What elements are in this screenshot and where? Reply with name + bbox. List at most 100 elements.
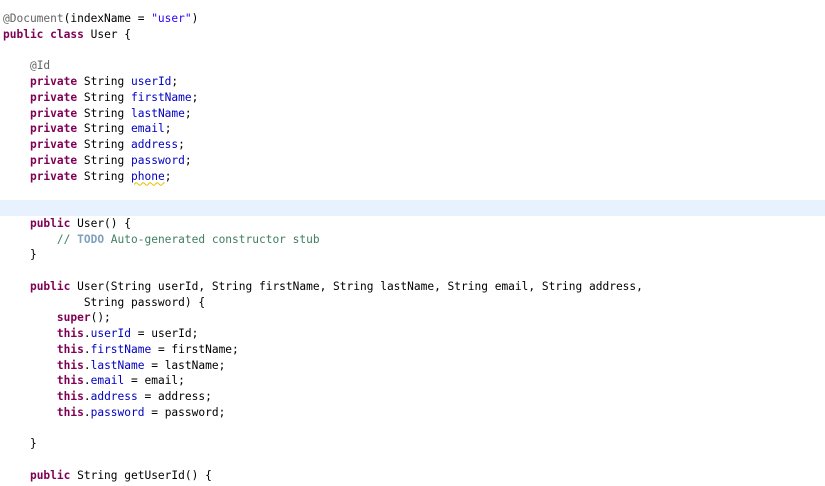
code-line[interactable]: } — [0, 247, 825, 263]
code-line[interactable] — [0, 263, 825, 279]
code-line[interactable]: String password) { — [0, 295, 825, 311]
code-line[interactable]: private String firstName; — [0, 90, 825, 106]
code-token: email — [90, 374, 125, 388]
code-editor[interactable]: @Document(indexName = "user") public clas… — [0, 0, 825, 486]
code-line[interactable]: this.email = email; — [0, 373, 825, 389]
code-token: User() { — [70, 216, 131, 230]
code-token: super — [56, 311, 91, 325]
code-token: userId — [90, 327, 132, 340]
code-line[interactable]: this.firstName = firstName; — [0, 342, 825, 358]
code-line[interactable] — [0, 452, 825, 468]
code-token: } — [3, 248, 37, 262]
code-line[interactable] — [0, 421, 825, 437]
code-line[interactable]: private String address; — [0, 137, 825, 153]
code-line[interactable]: this.userId = userId; — [0, 326, 825, 342]
code-token: "user" — [151, 12, 192, 25]
code-token: this — [56, 374, 84, 388]
code-token: String — [77, 90, 131, 104]
code-token: String — [77, 122, 131, 136]
code-token: ; — [178, 138, 185, 151]
code-token: = email; — [124, 374, 185, 388]
code-token: public — [3, 27, 44, 41]
code-token: class — [50, 27, 84, 41]
code-token: password — [90, 405, 145, 419]
code-token: private — [29, 106, 78, 120]
code-token: ) — [191, 12, 199, 25]
code-token: userId — [131, 75, 172, 88]
code-token: firstName — [131, 90, 192, 104]
code-line[interactable] — [0, 184, 825, 200]
code-line[interactable]: this.password = password; — [0, 405, 825, 421]
code-token: public — [29, 468, 71, 482]
code-token: lastName — [90, 358, 145, 372]
code-line[interactable]: private String password; — [0, 153, 825, 169]
code-token: ; — [164, 169, 172, 183]
code-token: phone — [131, 169, 165, 183]
code-token: this — [56, 358, 84, 372]
code-token: public — [29, 216, 71, 230]
code-token: . — [83, 405, 91, 419]
code-token: private — [29, 90, 78, 104]
code-line[interactable] — [0, 43, 825, 59]
code-token: this — [56, 342, 84, 356]
code-line[interactable]: @Id — [0, 58, 825, 74]
code-token: } — [3, 437, 37, 451]
code-token: @Id — [29, 59, 51, 73]
code-line[interactable]: // TODO Auto-generated constructor stub — [0, 232, 825, 248]
code-line[interactable]: @Document(indexName = "user") — [0, 11, 825, 27]
code-token: ; — [191, 90, 199, 104]
code-line[interactable]: super(); — [0, 310, 825, 326]
code-token: // — [56, 232, 78, 246]
code-line[interactable]: private String phone; — [0, 169, 825, 185]
code-token: email — [131, 122, 165, 136]
code-area[interactable]: @Document(indexName = "user") public clas… — [0, 11, 825, 486]
code-token: ; — [184, 153, 192, 167]
code-token: this — [56, 327, 84, 340]
code-token: (indexName = — [63, 12, 152, 25]
code-token: private — [29, 169, 78, 183]
code-token: . — [83, 342, 91, 356]
current-line-highlight[interactable] — [0, 200, 825, 216]
code-token: ; — [164, 122, 172, 136]
code-token: TODO — [77, 232, 105, 246]
code-line[interactable]: public class User { — [0, 27, 825, 43]
code-line[interactable]: private String userId; — [0, 74, 825, 90]
code-line[interactable]: this.lastName = lastName; — [0, 358, 825, 374]
code-token: (); — [90, 311, 111, 325]
code-line[interactable]: private String lastName; — [0, 106, 825, 122]
code-token: address — [90, 390, 138, 403]
code-token: Auto-generated constructor stub — [104, 232, 320, 246]
code-token: String — [77, 75, 131, 88]
code-token: private — [29, 122, 78, 136]
code-token: String — [77, 106, 131, 120]
code-token: String — [77, 169, 131, 183]
code-token: = userId; — [131, 327, 199, 340]
code-line[interactable]: this.address = address; — [0, 389, 825, 405]
code-token: = firstName; — [151, 342, 239, 356]
code-line[interactable]: public String getUserId() { — [0, 468, 825, 484]
code-token: lastName — [131, 106, 185, 120]
code-line[interactable]: private String email; — [0, 121, 825, 137]
code-token: User { — [83, 27, 132, 41]
code-line[interactable]: public User(String userId, String firstN… — [0, 279, 825, 295]
code-line[interactable]: } — [0, 436, 825, 452]
code-token: this — [56, 390, 84, 403]
code-token: @Document — [3, 12, 64, 25]
code-line[interactable]: public User() { — [0, 216, 825, 232]
code-token: this — [56, 405, 84, 419]
code-token: String getUserId() { — [70, 468, 212, 482]
